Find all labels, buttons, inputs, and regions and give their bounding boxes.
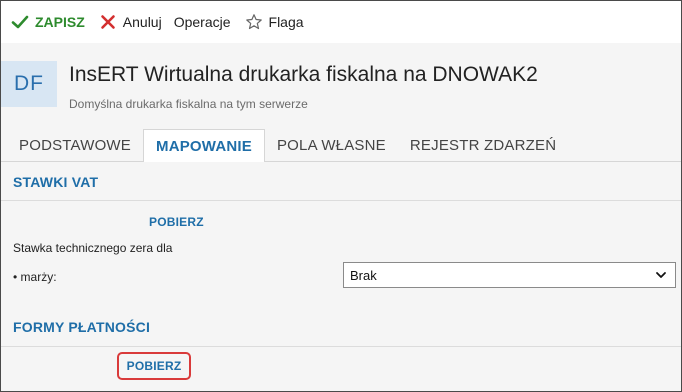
tab-rejestr-zdarzen[interactable]: REJESTR ZDARZEŃ [398,129,568,161]
chevron-down-icon [656,272,666,278]
toolbar: ZAPISZ Anuluj Operacje Flaga [1,1,681,43]
cancel-button[interactable]: Anuluj [99,13,162,31]
avatar: DF [1,61,57,107]
flag-label: Flaga [268,14,304,30]
cancel-label: Anuluj [122,14,162,30]
tab-pola-wlasne[interactable]: POLA WŁASNE [265,129,398,161]
tab-podstawowe[interactable]: PODSTAWOWE [1,129,143,161]
divider [1,200,681,201]
mapping-panel: STAWKI VAT POBIERZ Stawka technicznego z… [1,162,681,391]
page-title: InsERT Wirtualna drukarka fiskalna na DN… [69,63,538,86]
save-button[interactable]: ZAPISZ [11,13,85,31]
star-icon [245,14,262,30]
highlight-frame: POBIERZ [117,352,191,380]
close-icon [100,15,115,29]
operations-button[interactable]: Operacje [174,14,231,30]
zero-rate-label: Stawka technicznego zera dla [13,241,173,255]
tab-mapowanie[interactable]: MAPOWANIE [143,129,265,162]
save-label: ZAPISZ [35,14,85,30]
divider [1,346,681,347]
margin-label: • marży: [13,270,57,284]
payment-fetch-button[interactable]: POBIERZ [127,359,182,373]
operations-label: Operacje [173,14,231,30]
record-header: DF InsERT Wirtualna drukarka fiskalna na… [1,43,681,129]
margin-select[interactable]: Brak [343,262,676,288]
page-subtitle: Domyślna drukarka fiskalna na tym serwer… [69,97,308,111]
window: ZAPISZ Anuluj Operacje Flaga DF InsERT W… [0,0,682,392]
checkmark-icon [11,15,29,29]
vat-fetch-button[interactable]: POBIERZ [149,215,204,229]
vat-section-title: STAWKI VAT [13,174,99,190]
payment-section-title: FORMY PŁATNOŚCI [13,319,151,335]
margin-select-value: Brak [350,267,377,283]
tab-bar: PODSTAWOWE MAPOWANIE POLA WŁASNE REJESTR… [1,129,681,162]
flag-button[interactable]: Flaga [245,13,304,31]
